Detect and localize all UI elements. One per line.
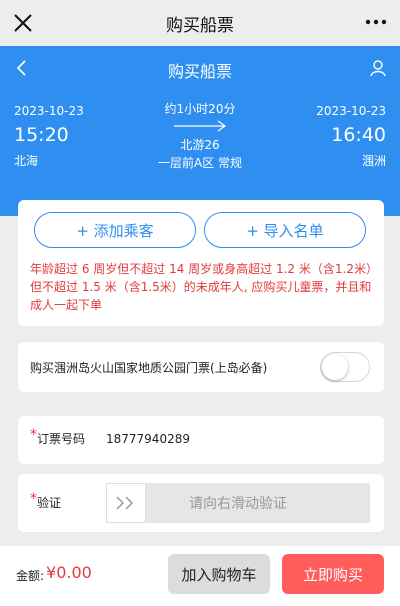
page-title: 购买船票 bbox=[167, 62, 232, 81]
child-ticket-notice: 年龄超过 6 周岁但不超过 14 周岁或身高超过 1.2 米（含1.2米）但不超… bbox=[30, 262, 372, 312]
arrival-port: 涠洲 bbox=[361, 154, 386, 168]
park-ticket-label: 购买涠洲岛火山国家地质公园门票(上岛必备) bbox=[30, 360, 268, 375]
verify-label-text: 验证 bbox=[37, 496, 62, 510]
buy-now-button[interactable]: 立即购买 bbox=[282, 554, 384, 594]
import-list-button[interactable]: + 导入名单 bbox=[204, 212, 366, 248]
toggle-knob bbox=[322, 354, 348, 380]
user-icon[interactable] bbox=[368, 58, 388, 78]
add-passenger-button[interactable]: + 添加乘客 bbox=[34, 212, 196, 248]
verify-card: *验证 请向右滑动验证 bbox=[18, 474, 384, 532]
close-icon[interactable] bbox=[8, 8, 38, 38]
required-asterisk: * bbox=[30, 427, 37, 443]
arrival-time: 16:40 bbox=[331, 124, 386, 146]
wechat-title-bar: 购买船票 bbox=[0, 0, 400, 46]
slide-verify-text: 请向右滑动验证 bbox=[189, 496, 287, 512]
slide-verify-track[interactable]: 请向右滑动验证 bbox=[106, 483, 370, 523]
cabin-class: 一层前A区 常规 bbox=[157, 156, 243, 170]
amount-label: 金额: bbox=[16, 569, 45, 583]
phone-field[interactable]: 18777940289 bbox=[106, 432, 190, 446]
phone-label-text: 订票号码 bbox=[37, 432, 86, 446]
slide-verify-handle[interactable] bbox=[106, 483, 146, 523]
wechat-title: 购买船票 bbox=[166, 15, 234, 36]
amount-value: ¥0.00 bbox=[46, 563, 92, 582]
add-to-cart-button[interactable]: 加入购物车 bbox=[168, 554, 270, 594]
passenger-card: + 添加乘客 + 导入名单 年龄超过 6 周岁但不超过 14 周岁或身高超过 1… bbox=[18, 200, 384, 326]
more-dots-icon[interactable] bbox=[364, 14, 388, 30]
phone-label: *订票号码 bbox=[30, 427, 86, 447]
verify-label: *验证 bbox=[30, 491, 62, 511]
amount-number: 0.00 bbox=[56, 563, 92, 582]
currency-symbol: ¥ bbox=[46, 563, 57, 582]
checkout-bar: 金额: ¥0.00 加入购物车 立即购买 bbox=[0, 546, 400, 606]
required-asterisk: * bbox=[30, 491, 37, 507]
park-ticket-toggle[interactable] bbox=[320, 352, 370, 382]
trip-header: 购买船票 2023-10-23 15:20 北海 约1小时20分 北游26 一层… bbox=[0, 46, 400, 216]
park-ticket-card: 购买涠洲岛火山国家地质公园门票(上岛必备) bbox=[18, 342, 384, 392]
double-chevron-right-icon bbox=[116, 496, 134, 510]
phone-card: *订票号码 18777940289 bbox=[18, 416, 384, 464]
arrow-right-icon bbox=[174, 120, 227, 132]
arrival-date: 2023-10-23 bbox=[316, 104, 386, 118]
